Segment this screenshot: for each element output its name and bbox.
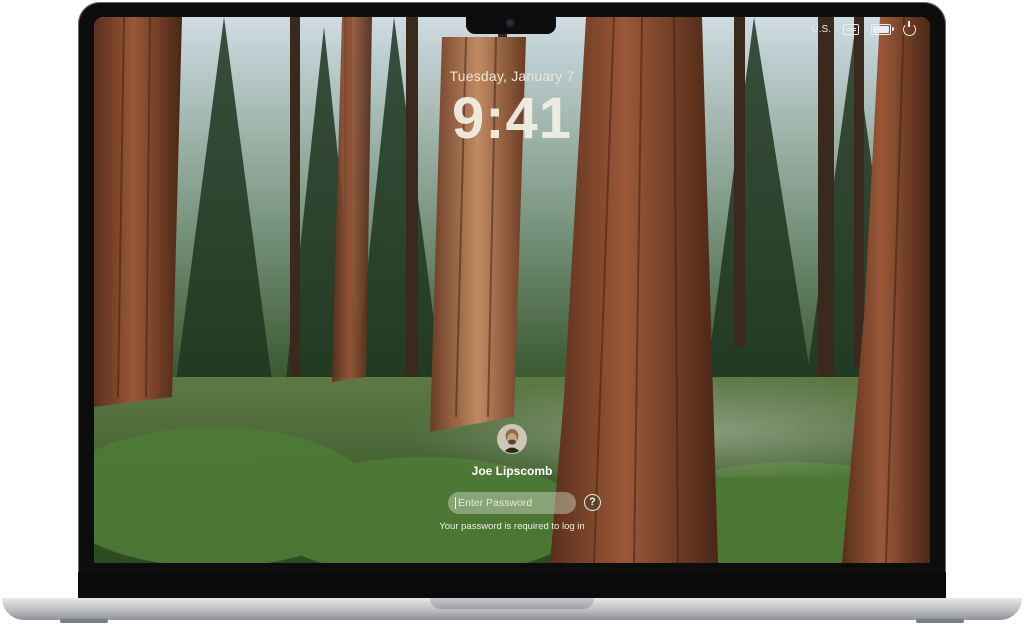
power-icon[interactable] [903, 21, 916, 36]
keyboard-icon[interactable] [843, 24, 859, 35]
input-source-label[interactable]: U.S. [812, 24, 831, 35]
password-field[interactable] [448, 492, 576, 514]
laptop-chin [78, 572, 946, 598]
menu-bar-status: U.S. [812, 21, 916, 36]
camera-icon [506, 19, 515, 28]
laptop-foot [60, 619, 108, 623]
laptop-foot [916, 619, 964, 623]
lock-screen: U.S. Tuesday, January 7 9:41 Joe Lipscom… [94, 17, 930, 563]
lock-time: 9:41 [451, 86, 573, 151]
password-hint: Your password is required to log in [439, 521, 585, 532]
help-button[interactable]: ? [584, 494, 601, 511]
battery-icon[interactable] [871, 24, 894, 35]
user-name[interactable]: Joe Lipscomb [94, 464, 930, 478]
user-avatar[interactable] [498, 425, 526, 453]
user-avatar-icon [498, 425, 526, 453]
lock-date: Tuesday, January 7 [449, 68, 575, 84]
laptop-hinge [430, 598, 594, 609]
camera-notch [466, 16, 556, 34]
text-cursor [455, 497, 456, 509]
